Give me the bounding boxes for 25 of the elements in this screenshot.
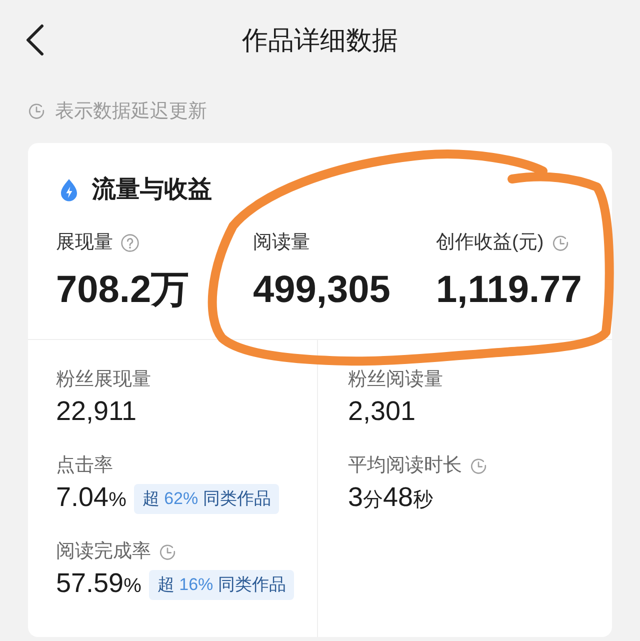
metric-label: 阅读完成率 (56, 540, 151, 564)
metric-value: 708.2万 (56, 268, 190, 312)
metric-label: 创作收益(元) (436, 231, 544, 255)
metric-value: 22,911 (56, 394, 137, 428)
drop-bolt-icon (58, 178, 80, 202)
metric-label: 粉丝阅读量 (348, 368, 443, 392)
comparison-badge: 超 62% 同类作品 (134, 484, 279, 514)
chevron-left-icon (25, 24, 45, 56)
legend-text: 表示数据延迟更新 (55, 100, 207, 124)
metric-value: 7.04% (56, 480, 126, 514)
metric-label: 粉丝展现量 (56, 368, 151, 392)
metric-label: 点击率 (56, 454, 113, 478)
metric-label: 平均阅读时长 (348, 454, 462, 478)
clock-icon (28, 103, 45, 120)
metric-label: 阅读量 (253, 231, 310, 255)
page-title: 作品详细数据 (241, 24, 399, 57)
metric-value: 3分48秒 (348, 480, 434, 514)
metric-label: 展现量 (56, 231, 113, 255)
metric-value: 57.59% (56, 566, 142, 600)
back-button[interactable] (24, 23, 46, 57)
metric-value: 2,301 (348, 394, 416, 428)
metric-value: 1,119.77 (436, 268, 582, 312)
section-title: 流量与收益 (92, 175, 212, 205)
comparison-badge: 超 16% 同类作品 (149, 570, 294, 600)
metric-value: 499,305 (253, 268, 390, 312)
